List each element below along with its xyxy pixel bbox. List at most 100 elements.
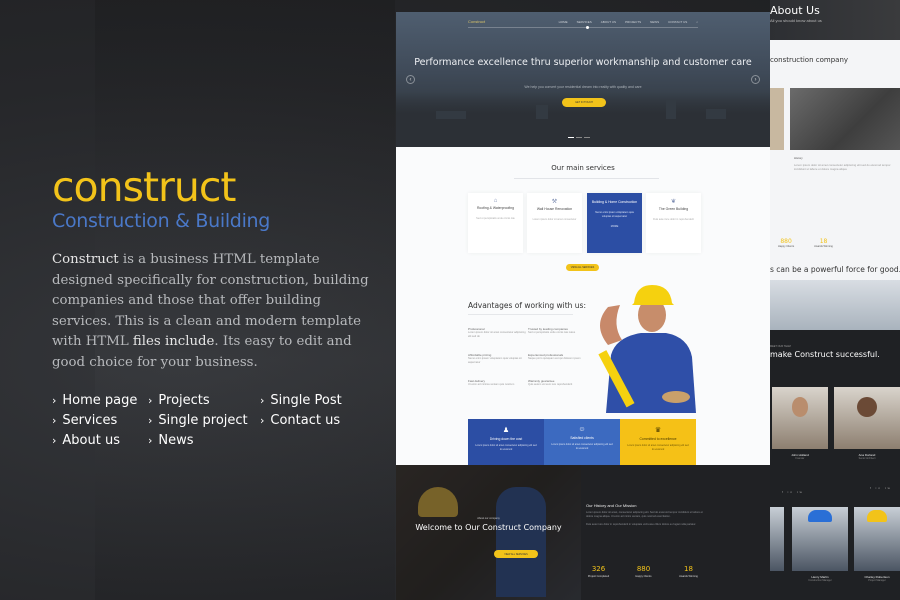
face-shape xyxy=(857,397,877,417)
chevron-right-icon: › xyxy=(260,394,265,407)
advantage-text: Ut enim ad minima veniam quis nostrum xyxy=(468,383,515,386)
stat-value: 18 xyxy=(819,238,828,245)
smile-icon: ☺ xyxy=(578,426,586,433)
member-role: Founder xyxy=(795,457,805,460)
hero-subtitle: We help you convert your residential dre… xyxy=(524,85,642,89)
view-services-button[interactable]: VIEW ALL SERVICES xyxy=(566,264,599,271)
about-content: construction company History Lorem ipsum … xyxy=(770,40,900,330)
link-projects[interactable]: › Projects xyxy=(148,391,260,410)
service-card[interactable]: ⌂ Roofing & Waterproofing Sed ut perspic… xyxy=(468,193,523,253)
service-desc: Nemo enim ipsam voluptatem quia voluptas… xyxy=(595,210,634,218)
member-role: Construction Manager xyxy=(808,579,832,582)
trophy-icon: ♛ xyxy=(654,427,662,434)
brand-logo: construct xyxy=(52,163,237,211)
link-single-post[interactable]: › Single Post xyxy=(260,391,370,410)
link-home-page[interactable]: › Home page xyxy=(52,391,148,410)
mock-nav-about[interactable]: ABOUT US xyxy=(601,20,616,24)
link-single-project[interactable]: › Single project xyxy=(148,411,260,430)
link-news[interactable]: › News xyxy=(148,431,260,450)
page-links: › Home page › Projects › Single Post › Servi… xyxy=(52,391,382,450)
chevron-right-icon: › xyxy=(52,434,57,447)
about-section: About our company Welcome to Our Constru… xyxy=(396,465,770,600)
team-photo xyxy=(772,387,828,449)
member-role: Senior Architect xyxy=(858,457,876,460)
history-block: Our History and Our Mission Lorem ipsum … xyxy=(586,503,706,527)
slider-prev-icon[interactable]: ‹ xyxy=(406,75,415,84)
building-shape xyxy=(706,109,726,119)
mock-nav-home[interactable]: HOME xyxy=(559,20,568,24)
service-card[interactable]: ⚒ Wall House Renovation Lorem ipsum dolo… xyxy=(527,193,582,253)
service-card[interactable]: ❦ The Green Building Duis aute irure dol… xyxy=(646,193,701,253)
team-heading: make Construct successful. xyxy=(770,350,880,359)
stat-label: Awards Winning xyxy=(679,575,698,578)
service-title: The Green Building xyxy=(658,207,689,211)
chevron-right-icon: › xyxy=(148,414,153,427)
about-quote: s can be a powerful force for good. xyxy=(770,265,900,274)
mock-nav-contact[interactable]: CONTACT US xyxy=(668,20,687,24)
divider xyxy=(468,314,573,315)
slider-next-icon[interactable]: › xyxy=(751,75,760,84)
building-shape xyxy=(436,111,466,119)
link-about-us[interactable]: › About us xyxy=(52,431,148,450)
advantage-text: Neque porro quisquam est qui dolorem ips… xyxy=(528,357,581,360)
stat-value: 326 xyxy=(591,565,606,573)
feature-desc: Lorem ipsum dolor sit amet consectetur a… xyxy=(551,443,613,450)
buildings-photo xyxy=(770,280,900,330)
worker-glove xyxy=(662,391,690,403)
mock-nav-services[interactable]: SERVICES xyxy=(577,20,592,24)
history-title: History xyxy=(794,156,803,160)
welcome-button[interactable]: VIEW ALL SERVICES xyxy=(494,550,538,558)
stat-value: 18 xyxy=(684,565,693,573)
stat-item: 880 Happy Clients xyxy=(778,238,794,248)
team-photo xyxy=(834,387,900,449)
mock-logo[interactable]: Construct xyxy=(468,19,485,24)
construction-worker-image xyxy=(598,285,696,413)
service-desc: Lorem ipsum dolor sit amet consectetur xyxy=(532,217,577,221)
history-title: Our History and Our Mission xyxy=(586,503,637,508)
stat-item: 880 Happy Clients xyxy=(631,565,656,578)
nav-active-indicator xyxy=(586,26,589,29)
link-label: Home page xyxy=(62,393,138,408)
team-member: Henry Martin Construction Manager xyxy=(792,575,848,582)
service-card-active[interactable]: Building & Home Construction Nemo enim i… xyxy=(587,193,642,253)
desc-emph: files include xyxy=(132,334,215,349)
chevron-right-icon: › xyxy=(260,414,265,427)
mock-nav-projects[interactable]: PROJECTS xyxy=(625,20,641,24)
link-contact-us[interactable]: › Contact us xyxy=(260,411,370,430)
social-icons[interactable]: f in tw xyxy=(870,486,892,490)
link-services[interactable]: › Services xyxy=(52,411,148,430)
advantages-title: Advantages of working with us: xyxy=(468,301,586,310)
advantage-item: Warranty guarantee Quis autem vel eum iur… xyxy=(528,379,588,387)
social-icons[interactable]: f in tw xyxy=(782,490,804,494)
side-photo xyxy=(770,88,784,150)
search-icon[interactable]: ⌕ xyxy=(696,20,698,24)
hero-title: Performance excellence thru superior wor… xyxy=(414,57,752,68)
roof-icon: ⌂ xyxy=(493,198,498,204)
history-text: Lorem ipsum dolor sit amet consectetur a… xyxy=(794,163,891,171)
chevron-right-icon: › xyxy=(52,414,57,427)
stat-item: 18 Awards Winning xyxy=(814,238,833,248)
brand-tagline: Construction & Building xyxy=(52,210,271,232)
service-more-link[interactable]: MORE xyxy=(587,225,642,229)
link-label: About us xyxy=(62,433,120,448)
about-history: History Lorem ipsum dolor sit amet consec… xyxy=(794,156,894,171)
building-shape xyxy=(536,105,548,119)
about-subtitle: All you should know about us xyxy=(770,18,822,23)
advantage-text: Sed ut perspiciatis unde omnis iste natu… xyxy=(528,331,576,334)
team-photo xyxy=(770,507,784,571)
service-title: Building & Home Construction xyxy=(591,200,638,204)
advantage-text: Quis autem vel eum iure reprehenderit xyxy=(528,383,573,386)
hero-cta-button[interactable]: GET IN TOUCH xyxy=(562,98,606,107)
pager-dot[interactable] xyxy=(568,137,574,138)
advantage-text: Lorem ipsum dolor sit amet consectetur a… xyxy=(468,331,526,338)
pager-dot[interactable] xyxy=(576,137,582,138)
team-photo xyxy=(792,507,848,571)
services-section: Our main services ⌂ Roofing & Waterproof… xyxy=(396,147,770,474)
pager-dot[interactable] xyxy=(584,137,590,138)
mock-nav-news[interactable]: NEWS xyxy=(650,20,659,24)
desc-lead: Construct xyxy=(52,252,119,267)
link-label: News xyxy=(158,433,194,448)
team-photo xyxy=(854,507,900,571)
stat-label: Happy Clients xyxy=(778,245,795,248)
advantage-item: Trusted by leading companies Sed ut persp… xyxy=(528,327,588,335)
